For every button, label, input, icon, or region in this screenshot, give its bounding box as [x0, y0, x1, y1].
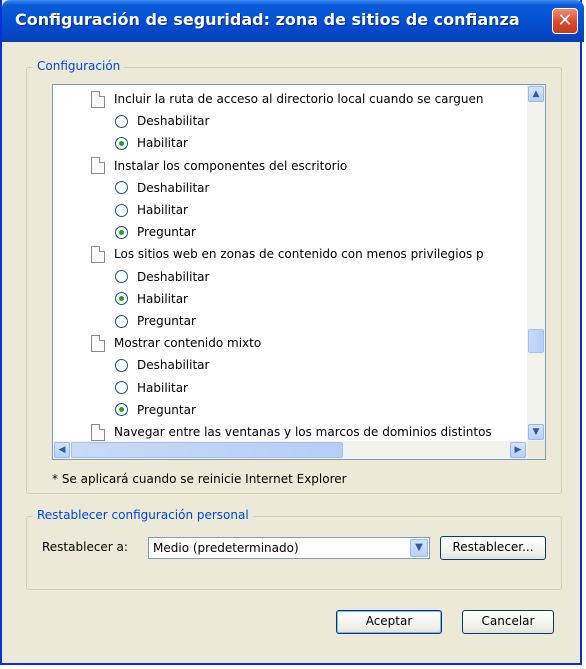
radio-unchecked-icon[interactable]	[115, 358, 128, 372]
setting-option-label: Preguntar	[137, 402, 196, 417]
setting-header: Incluir la ruta de acceso al directorio …	[91, 88, 483, 110]
chevron-down-icon: ▼	[532, 427, 540, 437]
setting-header-label: Mostrar contenido mixto	[114, 336, 262, 351]
radio-checked-icon[interactable]	[115, 292, 128, 306]
vertical-scrollbar[interactable]: ▲ ▼	[527, 85, 545, 441]
setting-option-label: Preguntar	[137, 225, 196, 240]
radio-unchecked-icon[interactable]	[115, 381, 128, 395]
chevron-right-icon: ▶	[514, 445, 522, 455]
setting-option[interactable]: Preguntar	[115, 399, 196, 421]
setting-header: Navegar entre las ventanas y los marcos …	[91, 421, 492, 441]
setting-option-label: Habilitar	[137, 380, 188, 395]
scroll-right-button[interactable]: ▶	[510, 442, 526, 458]
radio-unchecked-icon[interactable]	[115, 114, 128, 128]
setting-option-label: Deshabilitar	[137, 269, 210, 284]
radio-unchecked-icon[interactable]	[115, 203, 128, 217]
radio-checked-icon[interactable]	[115, 225, 128, 239]
setting-option[interactable]: Deshabilitar	[115, 177, 209, 199]
settings-list[interactable]: Incluir la ruta de acceso al directorio …	[52, 84, 546, 460]
chevron-up-icon: ▲	[532, 89, 540, 99]
setting-header: Los sitios web en zonas de contenido con…	[91, 243, 484, 265]
cancel-button-label: Cancelar	[481, 614, 535, 628]
setting-option[interactable]: Deshabilitar	[115, 266, 209, 288]
settings-list-content: Incluir la ruta de acceso al directorio …	[53, 85, 527, 441]
setting-option[interactable]: Habilitar	[115, 132, 188, 154]
chevron-left-icon: ◀	[58, 445, 66, 455]
reset-button-label: Restablecer...	[452, 540, 534, 554]
setting-option-label: Habilitar	[137, 291, 188, 306]
restart-note: * Se aplicará cuando se reinicie Interne…	[52, 472, 347, 486]
scroll-down-button[interactable]: ▼	[528, 424, 544, 440]
cancel-button[interactable]: Cancelar	[462, 610, 554, 634]
setting-header: Instalar los componentes del escritorio	[91, 155, 347, 177]
setting-header-label: Los sitios web en zonas de contenido con…	[114, 247, 484, 262]
reset-level-value: Medio (predeterminado)	[153, 541, 299, 555]
radio-unchecked-icon[interactable]	[115, 270, 128, 284]
ok-button-label: Aceptar	[365, 614, 413, 628]
setting-option-label: Deshabilitar	[137, 114, 210, 129]
setting-option[interactable]: Habilitar	[115, 288, 188, 310]
radio-unchecked-icon[interactable]	[115, 181, 128, 195]
setting-option[interactable]: Deshabilitar	[115, 354, 209, 376]
scroll-up-button[interactable]: ▲	[528, 86, 544, 102]
radio-checked-icon[interactable]	[115, 136, 128, 150]
setting-header-label: Incluir la ruta de acceso al directorio …	[114, 92, 484, 106]
scrollbar-corner	[527, 441, 545, 459]
setting-option[interactable]: Habilitar	[115, 377, 188, 399]
close-icon: ✕	[557, 10, 573, 31]
document-icon	[91, 423, 105, 441]
security-settings-dialog: Configuración de seguridad: zona de siti…	[0, 0, 584, 665]
horizontal-scroll-thumb[interactable]	[71, 442, 343, 458]
setting-option-label: Habilitar	[137, 203, 188, 217]
setting-option-label: Habilitar	[137, 136, 188, 151]
setting-header: Mostrar contenido mixto	[91, 332, 261, 354]
setting-option[interactable]: Habilitar	[115, 199, 188, 221]
reset-button[interactable]: Restablecer...	[440, 536, 546, 560]
setting-option-label: Preguntar	[137, 314, 196, 328]
setting-option[interactable]: Preguntar	[115, 221, 196, 243]
setting-option[interactable]: Preguntar	[115, 310, 196, 332]
dropdown-button[interactable]: ▼	[410, 539, 428, 557]
setting-header-label: Navegar entre las ventanas y los marcos …	[114, 425, 492, 439]
radio-unchecked-icon[interactable]	[115, 314, 128, 328]
radio-checked-icon[interactable]	[115, 403, 128, 417]
document-icon	[91, 334, 105, 352]
setting-option-label: Deshabilitar	[137, 358, 210, 373]
horizontal-scrollbar[interactable]: ◀ ▶	[53, 441, 527, 459]
scroll-left-button[interactable]: ◀	[54, 442, 70, 458]
reset-level-select[interactable]: Medio (predeterminado) ▼	[148, 537, 430, 559]
reset-group-legend: Restablecer configuración personal	[33, 508, 253, 522]
dialog-title: Configuración de seguridad: zona de siti…	[15, 10, 520, 29]
chevron-down-icon: ▼	[415, 542, 423, 553]
document-icon	[91, 90, 105, 108]
document-icon	[91, 245, 105, 263]
vertical-scroll-thumb[interactable]	[528, 329, 544, 353]
document-icon	[91, 157, 105, 175]
settings-group-legend: Configuración	[33, 59, 125, 73]
setting-option[interactable]: Deshabilitar	[115, 110, 209, 132]
title-bar[interactable]: Configuración de seguridad: zona de siti…	[2, 0, 584, 42]
reset-to-label: Restablecer a:	[42, 540, 128, 554]
close-button[interactable]: ✕	[552, 8, 578, 34]
setting-header-label: Instalar los componentes del escritorio	[114, 158, 348, 173]
setting-option-label: Deshabilitar	[137, 180, 210, 195]
ok-button[interactable]: Aceptar	[336, 610, 442, 634]
